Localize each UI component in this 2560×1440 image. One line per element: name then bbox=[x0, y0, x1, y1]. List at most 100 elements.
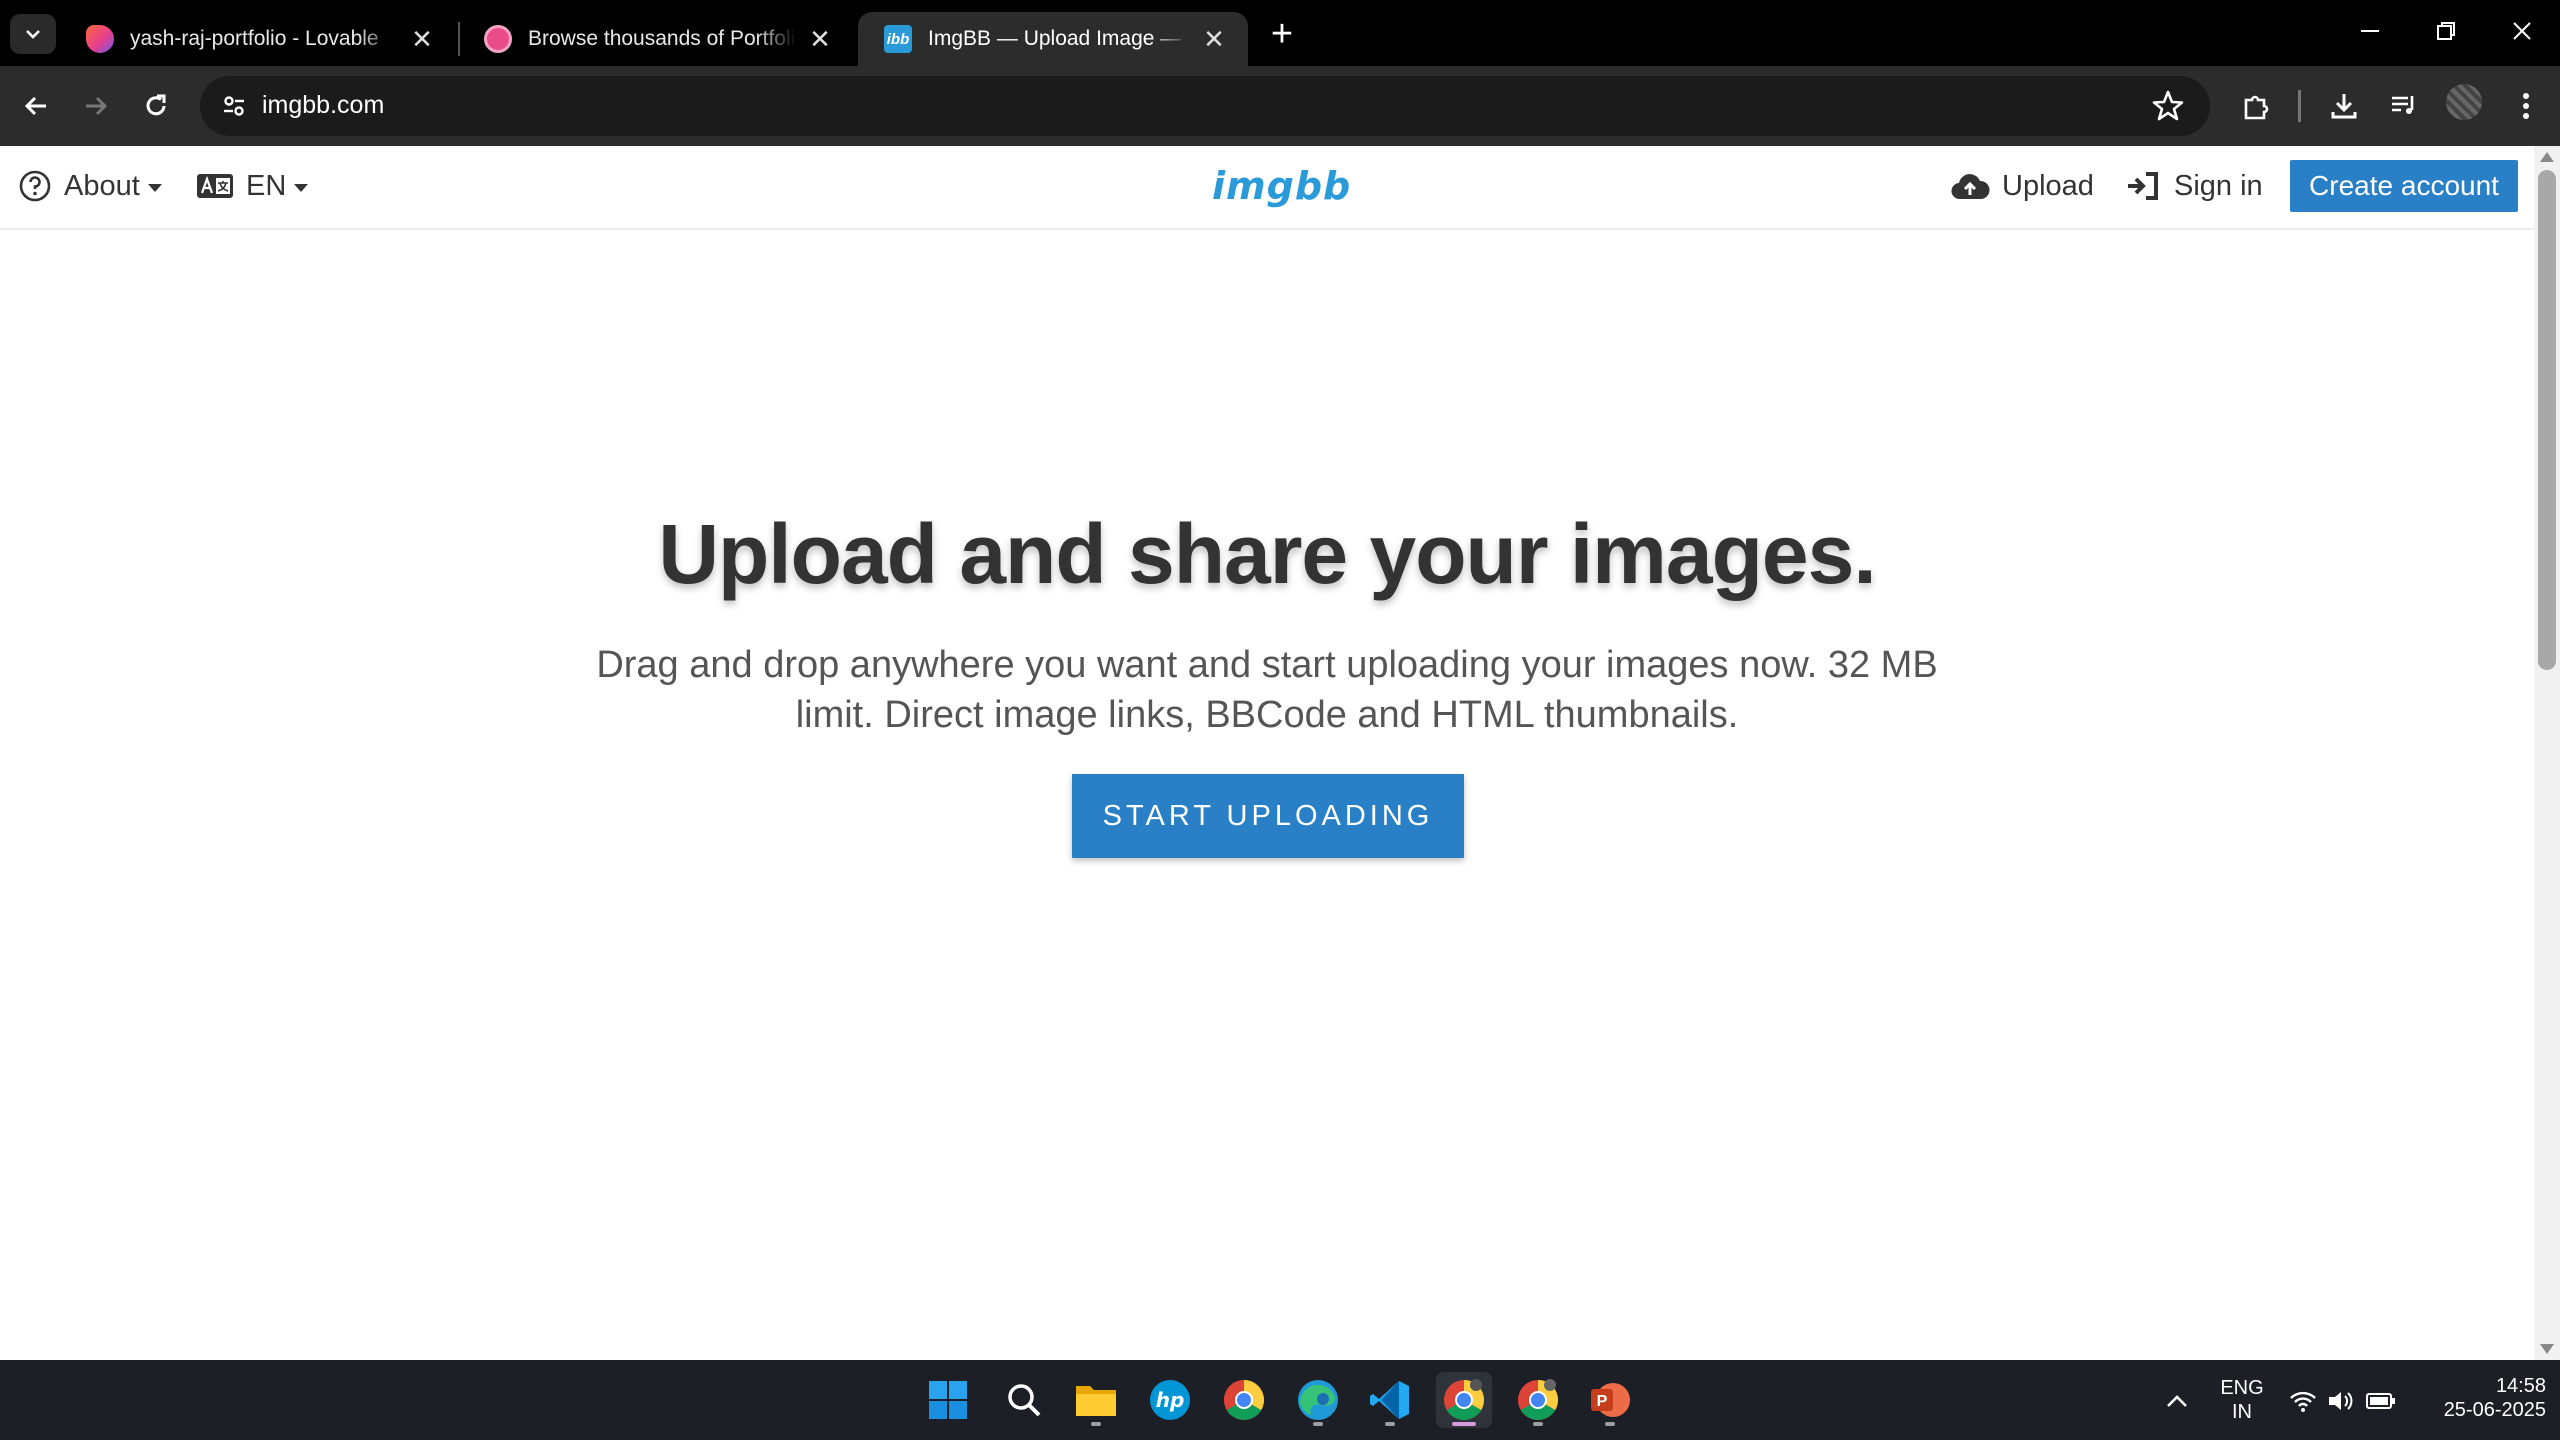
region-code: IN bbox=[2232, 1401, 2252, 1423]
upload-label: Upload bbox=[2002, 169, 2094, 202]
running-indicator bbox=[1313, 1422, 1323, 1426]
help-circle-icon bbox=[19, 170, 51, 202]
media-controls-button[interactable] bbox=[2382, 84, 2426, 128]
imgbb-favicon-icon: ibb bbox=[884, 25, 912, 53]
profile-avatar[interactable] bbox=[2446, 84, 2482, 120]
chrome-app[interactable] bbox=[1216, 1372, 1272, 1428]
caret-down-icon bbox=[147, 184, 162, 192]
tab-search-button[interactable] bbox=[10, 14, 56, 54]
bookmark-star-icon[interactable] bbox=[2150, 88, 2186, 124]
scroll-up-icon[interactable] bbox=[2540, 152, 2554, 162]
volume-status[interactable] bbox=[2326, 1386, 2356, 1416]
tab-imgbb[interactable]: ibb ImgBB — Upload Image — Free Image Ho… bbox=[858, 12, 1248, 66]
chrome-icon bbox=[1444, 1379, 1484, 1420]
language-code: ENG bbox=[2220, 1377, 2264, 1399]
imgbb-logo[interactable]: imgbb bbox=[1212, 164, 1351, 208]
battery-status[interactable] bbox=[2366, 1386, 2396, 1416]
about-label: About bbox=[64, 169, 140, 202]
wifi-status[interactable] bbox=[2288, 1386, 2318, 1416]
restore-icon bbox=[2437, 22, 2455, 40]
arrow-left-icon bbox=[24, 96, 46, 116]
caret-down-icon bbox=[294, 184, 309, 192]
running-indicator bbox=[1533, 1422, 1543, 1426]
close-tab-icon[interactable]: ✕ bbox=[408, 24, 436, 54]
site-header: About EN imgbb Upload Sign in Create acc… bbox=[0, 146, 2534, 230]
create-account-button[interactable]: Create account bbox=[2290, 160, 2518, 212]
svg-text:hp: hp bbox=[1156, 1388, 1185, 1412]
new-tab-button[interactable]: + bbox=[1262, 13, 1302, 55]
close-tab-icon[interactable]: ✕ bbox=[806, 24, 834, 54]
chrome-profile-app-active[interactable] bbox=[1436, 1372, 1492, 1428]
url-text: imgbb.com bbox=[262, 91, 385, 119]
tab-title: ImgBB — Upload Image — Free Image Hostin… bbox=[928, 27, 1190, 50]
browser-menu-button[interactable] bbox=[2504, 84, 2548, 128]
start-uploading-button[interactable]: START UPLOADING bbox=[1072, 774, 1464, 858]
cloud-upload-icon bbox=[1951, 174, 1990, 200]
upload-link[interactable]: Upload bbox=[1950, 166, 2094, 206]
web-page: About EN imgbb Upload Sign in Create acc… bbox=[0, 146, 2534, 1360]
language-label: EN bbox=[246, 169, 287, 202]
tab-portfolio[interactable]: Browse thousands of Portfolio Website ✕ bbox=[458, 12, 854, 66]
scroll-down-icon[interactable] bbox=[2540, 1344, 2554, 1354]
edge-icon bbox=[1298, 1380, 1338, 1420]
close-icon bbox=[2513, 22, 2531, 40]
svg-text:P: P bbox=[1597, 1393, 1608, 1410]
reload-icon bbox=[146, 94, 166, 116]
search-button[interactable] bbox=[996, 1372, 1052, 1428]
file-explorer-app[interactable] bbox=[1068, 1372, 1124, 1428]
chevron-up-icon bbox=[2167, 1395, 2187, 1407]
chrome-icon bbox=[1224, 1380, 1264, 1420]
downloads-button[interactable] bbox=[2322, 84, 2366, 128]
chevron-down-icon bbox=[26, 30, 40, 39]
hp-app[interactable]: hp bbox=[1142, 1372, 1198, 1428]
vscode-app[interactable] bbox=[1362, 1372, 1418, 1428]
browser-toolbar: imgbb.com bbox=[0, 66, 2560, 146]
hp-logo-icon: hp bbox=[1150, 1380, 1190, 1420]
start-button[interactable] bbox=[920, 1372, 976, 1428]
language-menu[interactable]: EN bbox=[196, 166, 309, 206]
chrome-icon bbox=[1518, 1379, 1558, 1420]
address-bar[interactable]: imgbb.com bbox=[200, 76, 2210, 136]
running-indicator bbox=[1091, 1422, 1101, 1426]
folder-icon bbox=[1076, 1386, 1116, 1416]
powerpoint-app[interactable]: P bbox=[1582, 1372, 1638, 1428]
close-tab-icon[interactable]: ✕ bbox=[1200, 24, 1228, 54]
page-scrollbar[interactable] bbox=[2534, 146, 2560, 1360]
sign-in-link[interactable]: Sign in bbox=[2126, 166, 2263, 206]
scroll-thumb[interactable] bbox=[2538, 170, 2556, 670]
tab-lovable[interactable]: yash-raj-portfolio - Lovable ✕ bbox=[60, 12, 456, 66]
wifi-icon bbox=[2290, 1391, 2316, 1412]
chrome-profile-app[interactable] bbox=[1510, 1372, 1566, 1428]
playlist-icon bbox=[2392, 96, 2414, 114]
clock-date: 25-06-2025 bbox=[2443, 1399, 2546, 1421]
clock-time: 14:58 bbox=[2495, 1375, 2546, 1397]
forward-button[interactable] bbox=[74, 84, 118, 128]
clock[interactable]: 14:58 25-06-2025 bbox=[2416, 1374, 2546, 1422]
site-info-icon[interactable] bbox=[214, 86, 254, 126]
puzzle-icon bbox=[2244, 95, 2269, 120]
back-button[interactable] bbox=[14, 84, 58, 128]
restore-button[interactable] bbox=[2408, 0, 2484, 62]
running-indicator bbox=[1385, 1422, 1395, 1426]
input-language-indicator[interactable]: ENG IN bbox=[2212, 1376, 2272, 1424]
minimize-icon bbox=[2361, 30, 2379, 32]
hero-subtitle: Drag and drop anywhere you want and star… bbox=[596, 644, 1938, 736]
battery-icon bbox=[2366, 1393, 2395, 1409]
hero-title: Upload and share your images. bbox=[658, 507, 1876, 601]
sign-in-icon bbox=[2128, 172, 2158, 200]
powerpoint-icon: P bbox=[1591, 1383, 1630, 1417]
speaker-icon bbox=[2329, 1392, 2353, 1410]
search-icon bbox=[1008, 1384, 1041, 1417]
close-window-button[interactable] bbox=[2484, 0, 2560, 62]
windows-taskbar: hp P ENG IN 14:58 25-06-2025 bbox=[0, 1360, 2560, 1440]
more-vertical-icon bbox=[2523, 93, 2529, 119]
download-icon bbox=[2331, 94, 2357, 119]
reload-button[interactable] bbox=[134, 84, 178, 128]
minimize-button[interactable] bbox=[2332, 0, 2408, 62]
dribbble-favicon-icon bbox=[484, 25, 512, 53]
browser-tab-strip: yash-raj-portfolio - Lovable ✕ Browse th… bbox=[0, 0, 2560, 66]
about-menu[interactable]: About bbox=[18, 166, 162, 206]
edge-app[interactable] bbox=[1290, 1372, 1346, 1428]
show-hidden-icons-button[interactable] bbox=[2162, 1386, 2192, 1416]
extensions-button[interactable] bbox=[2234, 84, 2278, 128]
